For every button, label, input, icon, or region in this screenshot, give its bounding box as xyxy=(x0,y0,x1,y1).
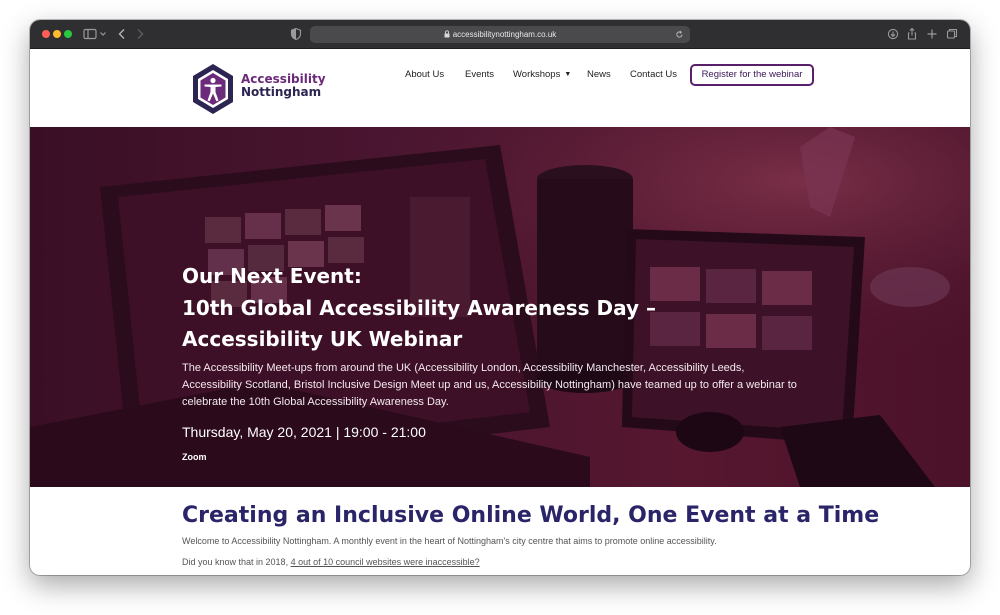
hero-title: 10th Global Accessibility Awareness Day … xyxy=(182,296,657,351)
nav-news[interactable]: News xyxy=(587,69,611,80)
lock-icon xyxy=(444,27,450,44)
download-icon[interactable] xyxy=(887,26,899,42)
nav-events[interactable]: Events xyxy=(465,69,494,80)
back-icon[interactable] xyxy=(116,26,128,42)
hero-eyebrow: Our Next Event: xyxy=(182,264,362,288)
intro-text: Welcome to Accessibility Nottingham. A m… xyxy=(182,536,717,546)
intro-question: Did you know that in 2018, 4 out of 10 c… xyxy=(182,557,882,567)
intro-heading: Creating an Inclusive Online World, One … xyxy=(182,503,880,528)
nav-contact-us[interactable]: Contact Us xyxy=(630,69,677,80)
url-text: accessibilitynottingham.co.uk xyxy=(452,30,557,39)
forward-icon[interactable] xyxy=(134,26,146,42)
event-location: Zoom xyxy=(182,452,207,462)
logo-line-2: Nottingham xyxy=(241,85,322,99)
tabs-overview-icon[interactable] xyxy=(946,26,958,42)
caret-down-icon: ▼ xyxy=(564,71,572,78)
reload-icon[interactable] xyxy=(675,26,684,49)
hero-description: The Accessibility Meet-ups from around t… xyxy=(182,362,797,408)
intro-section: Creating an Inclusive Online World, One … xyxy=(182,502,882,567)
council-websites-link[interactable]: 4 out of 10 council websites were inacce… xyxy=(291,557,480,567)
event-datetime: Thursday, May 20, 2021 | 19:00 - 21:00 xyxy=(182,424,426,440)
privacy-shield-icon[interactable] xyxy=(290,26,302,42)
browser-toolbar: accessibilitynottingham.co.uk xyxy=(30,20,970,49)
chevron-down-icon[interactable] xyxy=(99,26,107,42)
minimize-window-button[interactable] xyxy=(53,30,61,38)
new-tab-icon[interactable] xyxy=(926,26,938,42)
intro-question-prefix: Did you know that in 2018, xyxy=(182,557,291,567)
nav-workshops-label: Workshops xyxy=(513,69,561,80)
share-icon[interactable] xyxy=(906,26,918,42)
register-webinar-button[interactable]: Register for the webinar xyxy=(690,64,814,86)
hero-content: Our Next Event: 10th Global Accessibilit… xyxy=(182,263,802,462)
sidebar-icon[interactable] xyxy=(83,26,97,42)
site-header: Accessibility Nottingham About Us Events… xyxy=(30,49,970,127)
hero-banner: Our Next Event: 10th Global Accessibilit… xyxy=(30,127,970,487)
nav-workshops[interactable]: Workshops ▼ xyxy=(513,69,571,80)
nav-about-us[interactable]: About Us xyxy=(405,69,444,80)
accessibility-person-icon xyxy=(193,64,233,114)
browser-window: accessibilitynottingham.co.uk Accessibil… xyxy=(30,20,970,575)
address-bar[interactable]: accessibilitynottingham.co.uk xyxy=(310,26,690,43)
zoom-window-button[interactable] xyxy=(64,30,72,38)
site-logo[interactable]: Accessibility Nottingham xyxy=(190,61,330,117)
close-window-button[interactable] xyxy=(42,30,50,38)
